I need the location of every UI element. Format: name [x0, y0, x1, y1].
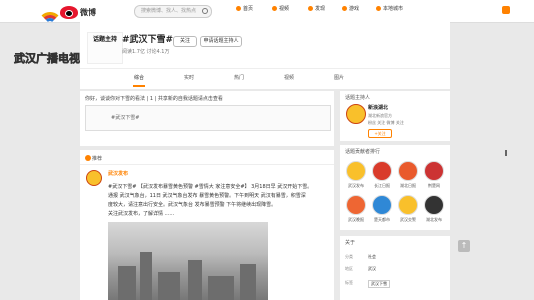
list-item[interactable]: 武汉发布: [344, 161, 368, 189]
list-item[interactable]: 荆楚网: [422, 161, 446, 189]
tab-hot[interactable]: 热门: [234, 74, 244, 81]
about-title: 关于: [345, 240, 356, 246]
tab-video[interactable]: 视频: [284, 74, 294, 81]
topic-badge: 话题主持: [87, 32, 123, 64]
active-tab-indicator: [133, 85, 145, 87]
ranking-title: 话题贡献者排行: [345, 149, 381, 155]
snow-city-photo[interactable]: [108, 222, 268, 300]
topic-badge-label: 话题主持: [92, 36, 117, 43]
about-label: 标签: [345, 280, 353, 285]
list-item[interactable]: 武汉交警: [396, 195, 420, 223]
list-item[interactable]: 长江日报: [370, 161, 394, 189]
topic-tabs: 综合 实时 热门 视频 图片: [80, 68, 450, 89]
list-item[interactable]: 湖北日报: [396, 161, 420, 189]
featured-name[interactable]: 新浪湖北: [368, 104, 388, 111]
post-text-line: 关注武汉发布，了解详情 ......: [108, 211, 175, 217]
featured-title: 话题主持人: [345, 95, 371, 101]
back-to-top-button[interactable]: ↑: [458, 240, 470, 252]
composer-content: #武汉下雪#: [111, 115, 140, 121]
contributors-ranking: 话题贡献者排行 武汉发布 长江日报 湖北日报 荆楚网 武汉晚报 楚天都市 武汉交…: [340, 145, 450, 230]
post-text-line: #武汉下雪# 【武汉发布暴雪黄色预警 #雪情大 家注意安全#】 3月18日早 武…: [108, 184, 313, 190]
avatar[interactable]: [346, 104, 366, 124]
topic-stats: 阅读1.7亿 讨论4.1万: [122, 49, 170, 55]
featured-host-card: 话题主持人 新浪湖北 湖北新浪官方 粉丝 关注 微博 关注 +关注: [340, 91, 450, 141]
page-title: #武汉下雪#: [122, 35, 174, 45]
list-item[interactable]: 湖北发布: [422, 195, 446, 223]
featured-desc: 湖北新浪官方: [368, 113, 392, 118]
featured-stats: 粉丝 关注 微博 关注: [368, 120, 404, 125]
about-label: 分类: [345, 254, 353, 259]
tab-comprehensive[interactable]: 综合: [134, 74, 144, 81]
post-author[interactable]: 武汉发布: [108, 170, 128, 177]
list-item[interactable]: 武汉晚报: [344, 195, 368, 223]
topic-tag[interactable]: 武汉下雪: [368, 280, 390, 288]
about-value[interactable]: 武汉: [368, 266, 376, 272]
about-label: 地区: [345, 266, 353, 271]
follow-topic-button[interactable]: 关注: [173, 36, 197, 47]
post-text-line: 通报 武汉气象台，11日 武汉气象台发布 暴雪黄色预警。下午到明天 武汉有暴雪，…: [108, 193, 306, 199]
tab-realtime[interactable]: 实时: [184, 74, 194, 81]
about-card: 关于 分类 社会 地区 武汉 标签 武汉下雪: [340, 236, 450, 300]
recommend-icon: [85, 155, 91, 161]
composer-textarea[interactable]: #武汉下雪#: [85, 105, 331, 131]
post-header-label: 推荐: [92, 156, 103, 162]
tab-picture[interactable]: 图片: [334, 74, 344, 81]
list-item[interactable]: 楚天都市: [370, 195, 394, 223]
about-value[interactable]: 社会: [368, 254, 376, 260]
apply-host-button[interactable]: 申请话题主持人: [200, 36, 242, 47]
scrollbar-thumb[interactable]: [505, 150, 507, 156]
post-header: 推荐: [80, 154, 334, 165]
avatar[interactable]: [86, 170, 102, 186]
composer-hint: 你好，谈谈你对下雪的看法 | 1 | 共享新的自我话题请点击查看: [85, 96, 223, 102]
post-composer: 你好，谈谈你对下雪的看法 | 1 | 共享新的自我话题请点击查看 #武汉下雪#: [80, 91, 334, 146]
station-logo-icon: [38, 12, 62, 38]
post-text-line: 度较大，请注意出行安全。武汉气象台 发布暴雪预警 下午将继续出现降雪。: [108, 202, 277, 208]
follow-button[interactable]: +关注: [368, 129, 392, 138]
feed-post: 推荐 武汉发布 #武汉下雪# 【武汉发布暴雪黄色预警 #雪情大 家注意安全#】 …: [80, 150, 334, 300]
